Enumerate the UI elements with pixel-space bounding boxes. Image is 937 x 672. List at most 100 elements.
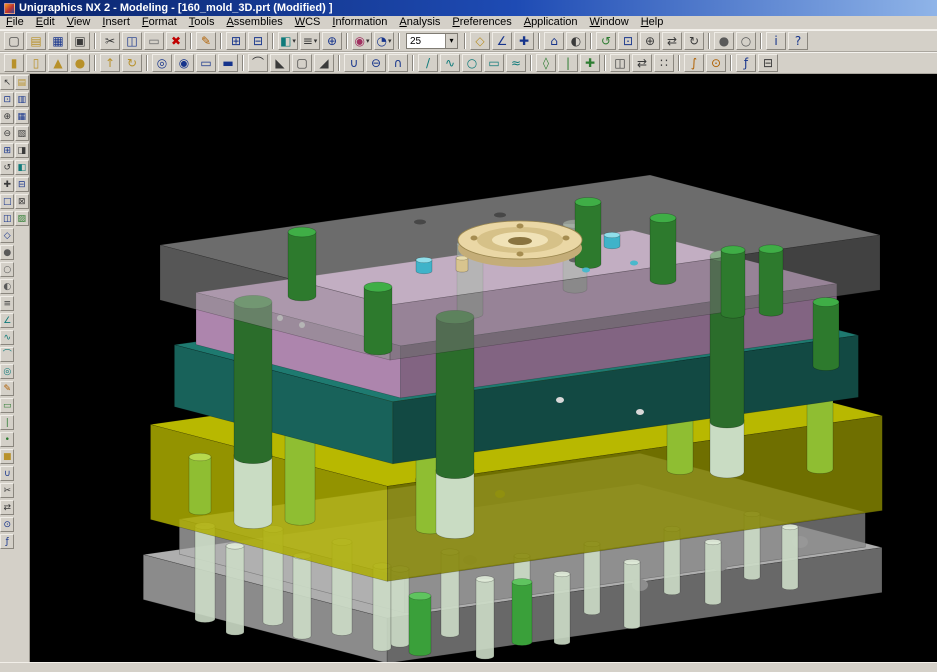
zoom-out-button[interactable]: ⊖ bbox=[0, 126, 14, 141]
nav-2-button[interactable]: ▥ bbox=[15, 92, 29, 107]
extrude-button[interactable]: ↑ bbox=[100, 54, 120, 72]
menu-item-edit[interactable]: Edit bbox=[30, 16, 61, 29]
save-button[interactable]: ▦ bbox=[48, 32, 68, 50]
datum-axis-2-button[interactable]: | bbox=[558, 54, 578, 72]
fill-color-button[interactable]: ◧▾ bbox=[278, 32, 298, 50]
copy-button[interactable]: ◫ bbox=[122, 32, 142, 50]
expressions-button[interactable]: ƒ bbox=[0, 534, 14, 549]
delete-button[interactable]: ✖ bbox=[166, 32, 186, 50]
rect-curve-button[interactable]: ▭ bbox=[484, 54, 504, 72]
nav-4-button[interactable]: ▧ bbox=[15, 126, 29, 141]
boolean-button[interactable]: ∪ bbox=[0, 466, 14, 481]
wireframe-view-button[interactable]: ○ bbox=[736, 32, 756, 50]
measure-button[interactable]: ∠ bbox=[0, 313, 14, 328]
nav-3-button[interactable]: ▦ bbox=[15, 109, 29, 124]
menu-item-insert[interactable]: Insert bbox=[96, 16, 136, 29]
wireframe-button[interactable]: ○ bbox=[0, 262, 14, 277]
front-view-button[interactable]: □ bbox=[0, 194, 14, 209]
menu-item-help[interactable]: Help bbox=[635, 16, 670, 29]
spline-curve-button[interactable]: ≈ bbox=[506, 54, 526, 72]
top-view-button[interactable]: ◫ bbox=[0, 211, 14, 226]
boss-feature-button[interactable]: ◉ bbox=[174, 54, 194, 72]
snap-button[interactable]: ⊙ bbox=[0, 517, 14, 532]
menu-item-information[interactable]: Information bbox=[326, 16, 393, 29]
curve-button[interactable]: ∿ bbox=[0, 330, 14, 345]
information-button[interactable]: i bbox=[766, 32, 786, 50]
arc-curve-button[interactable]: ∿ bbox=[440, 54, 460, 72]
menu-item-format[interactable]: Format bbox=[136, 16, 183, 29]
datum-plane-2-button[interactable]: ◊ bbox=[536, 54, 556, 72]
hidden-edges-button[interactable]: ◐ bbox=[0, 279, 14, 294]
select-button[interactable]: ↖ bbox=[0, 75, 14, 90]
point-button[interactable]: • bbox=[0, 432, 14, 447]
hole-feature-button[interactable]: ◎ bbox=[152, 54, 172, 72]
refresh-button[interactable]: ↺ bbox=[596, 32, 616, 50]
menu-item-file[interactable]: File bbox=[0, 16, 30, 29]
rotate-view-button[interactable]: ↻ bbox=[684, 32, 704, 50]
revolve-button[interactable]: ↻ bbox=[122, 54, 142, 72]
menu-item-preferences[interactable]: Preferences bbox=[446, 16, 517, 29]
menu-item-view[interactable]: View bbox=[61, 16, 97, 29]
expression-button[interactable]: ƒ bbox=[736, 54, 756, 72]
point-tool-button[interactable]: ✚ bbox=[514, 32, 534, 50]
pan-tool-button[interactable]: ⇄ bbox=[662, 32, 682, 50]
shell-button[interactable]: ▢ bbox=[292, 54, 312, 72]
nav-6-button[interactable]: ◧ bbox=[15, 160, 29, 175]
fill-color-dropdown-icon[interactable]: ▾ bbox=[292, 37, 296, 45]
pan-button[interactable]: ✚ bbox=[0, 177, 14, 192]
draft-button[interactable]: ◢ bbox=[314, 54, 334, 72]
arc-button[interactable]: ⌒ bbox=[0, 347, 14, 362]
menu-item-wcs[interactable]: WCS bbox=[289, 16, 327, 29]
subtract-button[interactable]: ⊖ bbox=[366, 54, 386, 72]
line-curve-button[interactable]: / bbox=[418, 54, 438, 72]
cylinder-feature-button[interactable]: ▯ bbox=[26, 54, 46, 72]
intersect-button[interactable]: ∩ bbox=[388, 54, 408, 72]
nav-5-button[interactable]: ◨ bbox=[15, 143, 29, 158]
sketch-button[interactable]: ✎ bbox=[196, 32, 216, 50]
sweep-button[interactable]: ∫ bbox=[684, 54, 704, 72]
datum-csys-button[interactable]: ✚ bbox=[580, 54, 600, 72]
help-button[interactable]: ? bbox=[788, 32, 808, 50]
layer-settings-dropdown-icon[interactable]: ▾ bbox=[314, 37, 318, 45]
rotate-button[interactable]: ↺ bbox=[0, 160, 14, 175]
selection-filter-combo-arrow-icon[interactable]: ▾ bbox=[445, 34, 457, 48]
fit-view-button[interactable]: ⊡ bbox=[618, 32, 638, 50]
arc-tool-button[interactable]: ◔▾ bbox=[374, 32, 394, 50]
model-navigator-button[interactable]: ⊟ bbox=[758, 54, 778, 72]
menu-item-assemblies[interactable]: Assemblies bbox=[220, 16, 288, 29]
sketcher-button[interactable]: ✎ bbox=[0, 381, 14, 396]
menu-item-application[interactable]: Application bbox=[518, 16, 584, 29]
layer-settings-button[interactable]: ≡▾ bbox=[300, 32, 320, 50]
circle-button[interactable]: ◎ bbox=[0, 364, 14, 379]
zoom-in-button[interactable]: ⊕ bbox=[0, 109, 14, 124]
view-ops-button[interactable]: ⊡ bbox=[0, 92, 14, 107]
menu-item-analysis[interactable]: Analysis bbox=[393, 16, 446, 29]
shaded-view-button[interactable]: ● bbox=[714, 32, 734, 50]
transform-button[interactable]: ⇄ bbox=[0, 500, 14, 515]
circle-tool-dropdown-icon[interactable]: ▾ bbox=[366, 37, 370, 45]
new-button[interactable]: ▢ bbox=[4, 32, 24, 50]
circle-tool-button[interactable]: ◉▾ bbox=[352, 32, 372, 50]
edge-blend-button[interactable]: ⌒ bbox=[248, 54, 268, 72]
block-feature-button[interactable]: ▮ bbox=[4, 54, 24, 72]
datum-axis-button[interactable]: ∠ bbox=[492, 32, 512, 50]
instance-button[interactable]: ◫ bbox=[610, 54, 630, 72]
snap-grid-button[interactable]: ⊞ bbox=[226, 32, 246, 50]
layers-button[interactable]: ≡ bbox=[0, 296, 14, 311]
viewport-3d[interactable] bbox=[30, 74, 937, 662]
mirror-body-button[interactable]: ⇄ bbox=[632, 54, 652, 72]
cut-button[interactable]: ✂ bbox=[100, 32, 120, 50]
plane-button[interactable]: ▭ bbox=[0, 398, 14, 413]
pattern-button[interactable]: ∷ bbox=[654, 54, 674, 72]
paste-button[interactable]: ▭ bbox=[144, 32, 164, 50]
fit-button[interactable]: ⊞ bbox=[0, 143, 14, 158]
nav-1-button[interactable]: ▤ bbox=[15, 75, 29, 90]
tube-button[interactable]: ⊙ bbox=[706, 54, 726, 72]
menu-item-window[interactable]: Window bbox=[584, 16, 635, 29]
pad-feature-button[interactable]: ▬ bbox=[218, 54, 238, 72]
open-button[interactable]: ▤ bbox=[26, 32, 46, 50]
cone-feature-button[interactable]: ▲ bbox=[48, 54, 68, 72]
unite-button[interactable]: ∪ bbox=[344, 54, 364, 72]
axis-button[interactable]: | bbox=[0, 415, 14, 430]
block-tool-button[interactable]: ■ bbox=[0, 449, 14, 464]
